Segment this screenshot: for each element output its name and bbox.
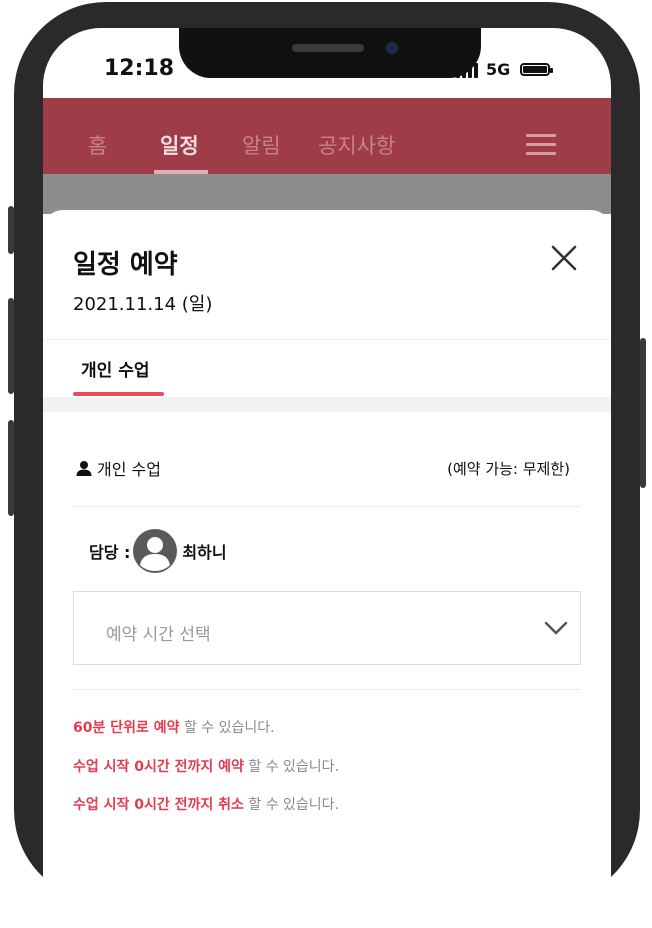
policy-note: 수업 시작 0시간 전까지 취소 할 수 있습니다. <box>73 794 339 814</box>
silent-switch <box>8 206 14 254</box>
nav-item-home[interactable]: 홈 <box>88 130 107 160</box>
network-label: 5G <box>486 60 511 79</box>
nav-item-notifications[interactable]: 알림 <box>242 130 281 160</box>
divider <box>43 339 611 340</box>
volume-up-button <box>8 298 14 394</box>
nav-item-schedule[interactable]: 일정 <box>160 130 199 160</box>
policy-note-highlight: 60분 단위로 예약 <box>73 720 180 736</box>
speaker-grille <box>292 44 364 52</box>
hamburger-menu-icon[interactable] <box>526 134 556 156</box>
notch <box>179 28 481 78</box>
policy-note: 60분 단위로 예약 할 수 있습니다. <box>73 717 275 737</box>
policy-note-highlight: 수업 시작 0시간 전까지 취소 <box>73 797 244 813</box>
tab-private-lesson[interactable]: 개인 수업 <box>81 356 149 381</box>
lesson-row: 개인 수업 <box>75 456 161 480</box>
policy-note: 수업 시작 0시간 전까지 예약 할 수 있습니다. <box>73 756 339 776</box>
time-select-placeholder: 예약 시간 선택 <box>106 625 211 645</box>
sheet-date: 2021.11.14 (일) <box>73 294 213 315</box>
time-select-dropdown[interactable]: 예약 시간 선택 <box>73 591 581 665</box>
nav-item-notices[interactable]: 공지사항 <box>318 130 395 160</box>
power-button <box>640 338 646 488</box>
policy-note-text: 할 수 있습니다. <box>179 720 275 736</box>
policy-note-highlight: 수업 시작 0시간 전까지 예약 <box>73 759 244 775</box>
volume-down-button <box>8 420 14 516</box>
battery-icon <box>520 63 554 76</box>
policy-note-text: 할 수 있습니다. <box>243 759 340 775</box>
availability-text: (예약 가능: 무제한) <box>447 460 570 478</box>
close-icon[interactable] <box>548 242 580 274</box>
person-icon <box>76 461 92 476</box>
divider <box>73 689 581 690</box>
section-separator <box>43 397 611 412</box>
status-time: 12:18 <box>104 56 175 81</box>
chevron-down-icon <box>544 621 568 635</box>
avatar-icon <box>133 529 178 573</box>
instructor-row: 담당 : 최하니 <box>89 528 227 574</box>
front-camera <box>386 42 398 54</box>
sheet-title: 일정 예약 <box>73 250 178 280</box>
divider <box>73 506 581 507</box>
dimmed-content <box>43 174 611 214</box>
instructor-name: 최하니 <box>182 543 227 562</box>
instructor-label: 담당 : <box>89 543 131 562</box>
policy-note-text: 할 수 있습니다. <box>243 797 340 813</box>
tab-active-indicator <box>73 392 164 396</box>
lesson-name: 개인 수업 <box>97 460 161 479</box>
